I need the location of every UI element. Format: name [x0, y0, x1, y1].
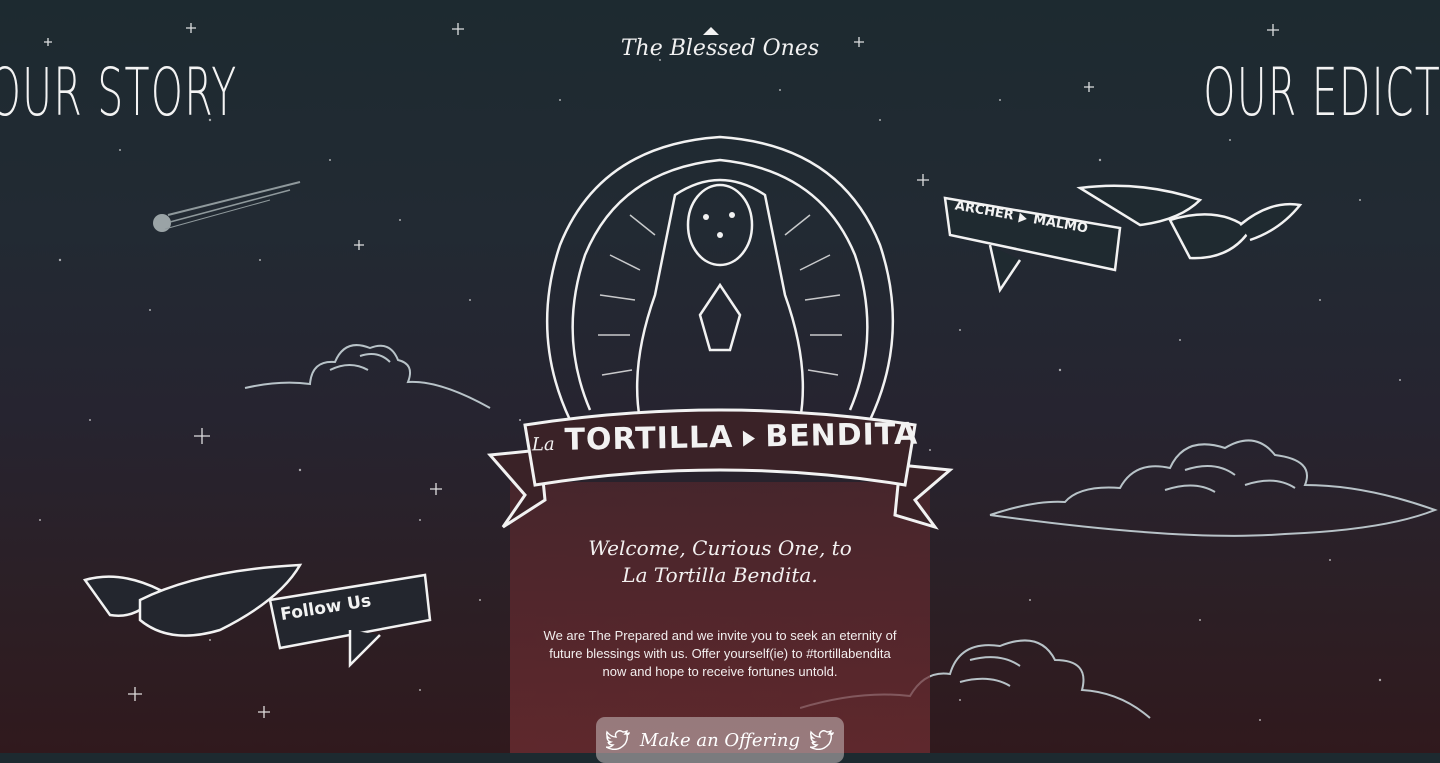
comet-illustration — [153, 181, 301, 232]
twitter-bird-icon — [605, 730, 630, 750]
cloud-illustration-right — [989, 439, 1438, 537]
make-offering-button[interactable]: Make an Offering — [596, 717, 844, 763]
logo-word-bendita: BENDITA — [764, 416, 919, 455]
archer-malmo-banner-link[interactable]: ARCHER MALMO — [940, 180, 1310, 300]
logo-wordmark: La TORTILLA BENDITA — [531, 416, 919, 459]
play-triangle-icon — [743, 430, 756, 447]
our-edict-link[interactable]: OUR EDICT → — [1204, 54, 1440, 131]
logo-ribbon — [486, 408, 954, 530]
welcome-line-2: La Tortilla Bendita. — [622, 563, 818, 587]
make-offering-label: Make an Offering — [639, 729, 801, 751]
our-story-link[interactable]: ← OUR STORY — [0, 54, 237, 131]
winged-tortilla-follow-illustration — [82, 563, 432, 669]
welcome-heading: Welcome, Curious One, to La Tortilla Ben… — [510, 535, 930, 589]
our-edict-label: OUR EDICT — [1203, 54, 1440, 131]
welcome-line-1: Welcome, Curious One, to — [588, 536, 852, 560]
winged-tortilla-illustration — [943, 184, 1303, 294]
caret-up-icon — [703, 27, 719, 35]
twitter-bird-icon — [810, 730, 834, 750]
follow-us-banner-link[interactable]: Follow Us — [80, 560, 440, 670]
cloud-illustration-left — [244, 344, 491, 409]
intro-paragraph: We are The Prepared and we invite you to… — [543, 628, 897, 679]
blessed-ones-link[interactable]: The Blessed Ones — [0, 36, 1440, 61]
our-story-label: OUR STORY — [0, 54, 238, 131]
logo-word-tortilla: TORTILLA — [564, 419, 734, 458]
virgin-illustration — [545, 135, 895, 422]
play-triangle-small-icon — [1018, 212, 1029, 224]
logo-prefix: La — [531, 433, 555, 456]
